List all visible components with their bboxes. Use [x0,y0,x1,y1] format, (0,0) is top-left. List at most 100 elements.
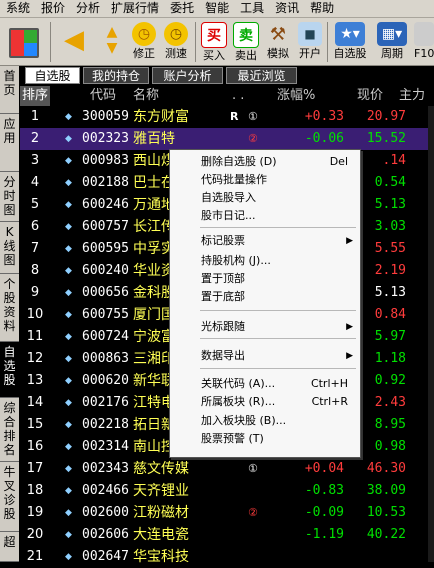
sell-label: 卖出 [235,49,257,62]
favorites-icon: ★▾ [335,22,365,46]
context-menu-item[interactable]: 关联代码 (A)... Ctrl+H [170,375,360,393]
table-row[interactable]: 20 ◆ 002606 大连电瓷 -1.19 40.22 [20,524,434,546]
period-button[interactable]: ▦▾ 周期 [374,19,410,64]
sidebar-item-timeshare[interactable]: 分时图 [0,172,19,222]
stock-code: 600595 [82,241,129,256]
menu-item-label: 持股机构 (J)... [201,254,271,267]
context-menu-item[interactable]: 持股机构 (J)... [170,252,360,270]
tab-favorites[interactable]: 自选股 [25,67,80,84]
simulate-button[interactable]: ⚒ 模拟 [262,19,294,64]
submenu-arrow-icon: ▶ [346,351,353,361]
sidebar-item-stock-info[interactable]: 个股资料 [0,274,19,342]
diamond-icon: ◆ [65,222,72,232]
f10-button[interactable]: F10 [414,19,434,64]
speed-test-label: 测速 [165,47,187,60]
sell-icon: 卖 [233,22,259,48]
stock-code: 600757 [82,219,129,234]
header-dots: . . [232,88,245,103]
menu-news[interactable]: 资讯 [269,0,304,17]
menu-system[interactable]: 系统 [0,0,35,17]
context-menu-item[interactable]: 股票预警 (T) [170,430,360,448]
back-button[interactable]: ◀ [58,19,90,64]
sidebar-item-apps[interactable]: 应用 [0,114,19,172]
row-index: 5 [30,197,40,212]
modify-button[interactable]: ◷ 修正 [128,19,160,64]
updown-button[interactable]: ▲ ▼ [96,19,128,64]
sidebar-item-diagnosis[interactable]: 牛叉诊股 [0,462,19,532]
sidebar-item-ranking[interactable]: 综合排名 [0,398,19,462]
context-menu-item[interactable]: 自选股导入 [170,189,360,207]
diamond-icon: ◆ [65,464,72,474]
sidebar-item-home[interactable]: 首页 [0,66,19,114]
context-menu-item[interactable]: 所属板块 (R)... Ctrl+R [170,393,360,411]
context-menu-item[interactable]: 标记股票 ▶ [170,232,360,250]
left-sidebar: 首页 应用 分时图 K线图 个股资料 自选股 综合排名 牛叉诊股 超 [0,66,19,562]
submenu-arrow-icon: ▶ [346,322,353,332]
menu-help[interactable]: 帮助 [304,0,339,17]
menu-item-label: 代码批量操作 [201,173,267,186]
tab-account-analysis[interactable]: 账户分析 [152,67,223,84]
buy-button[interactable]: 买 买入 [198,19,230,64]
modify-label: 修正 [133,47,155,60]
table-row[interactable]: 21 ◆ 002647 华宝科技 [20,546,434,568]
stock-name: 天齐锂业 [133,483,189,499]
sidebar-item-kline[interactable]: K线图 [0,222,19,274]
header-name[interactable]: 名称 [133,86,159,106]
header-price[interactable]: 现价 [357,86,383,106]
stock-code: 600240 [82,263,129,278]
row-index: 8 [30,263,40,278]
vertical-scrollbar[interactable] [428,106,434,562]
context-menu-item[interactable]: 代码批量操作 [170,171,360,189]
favorites-button[interactable]: ★▾ 自选股 [330,19,370,64]
stock-code: 000863 [82,351,129,366]
context-menu-item[interactable]: 股市日记... [170,207,360,225]
stock-code: 002647 [82,549,129,564]
diamond-icon: ◆ [65,310,72,320]
menu-trade[interactable]: 委托 [164,0,199,17]
context-menu-item[interactable]: 删除自选股 (D) Del [170,153,360,171]
header-change[interactable]: 涨幅% [277,86,315,106]
menu-smart[interactable]: 智能 [199,0,234,17]
context-menu-item[interactable]: 加入板块股 (B)... [170,412,360,430]
circled-number: ② [248,132,258,145]
header-code[interactable]: 代码 [90,86,116,106]
sidebar-item-more[interactable]: 超 [0,532,19,562]
context-menu-item[interactable]: 置于底部 [170,288,360,306]
context-menu-item[interactable]: 光标跟随 ▶ [170,318,360,336]
row-index: 16 [26,439,44,454]
stock-name: 大连电瓷 [133,527,189,543]
change-percent: -0.09 [304,505,344,520]
header-index[interactable]: 排序 [20,86,50,106]
menu-analysis[interactable]: 分析 [70,0,105,17]
toolbar: ◀ ▲ ▼ ◷ 修正 ◷ 测速 买 买入 卖 卖出 ⚒ 模拟 ■ 开户 ★▾ 自选… [0,18,434,66]
grid-button[interactable] [6,19,42,64]
price: 38.09 [366,483,406,498]
table-row[interactable]: 17 ◆ 002343 慈文传媒 ① +0.04 46.30 [20,458,434,480]
open-account-button[interactable]: ■ 开户 [294,19,326,64]
menu-extended[interactable]: 扩展行情 [105,0,164,17]
circled-number: ① [248,462,258,475]
tab-holdings[interactable]: 我的持仓 [83,67,149,84]
header-main-force[interactable]: 主力 [399,86,425,106]
menu-divider [200,227,356,228]
context-menu-item[interactable]: 数据导出 ▶ [170,347,360,365]
menu-divider [200,310,356,311]
stock-code: 000620 [82,373,129,388]
tab-recent[interactable]: 最近浏览 [226,67,297,84]
f10-label: F10 [414,47,434,60]
diamond-icon: ◆ [65,486,72,496]
row-index: 1 [30,109,40,124]
table-row[interactable]: 18 ◆ 002466 天齐锂业 -0.83 38.09 [20,480,434,502]
table-row[interactable]: 1 ◆ 300059 东方财富 R ① +0.33 20.97 [20,106,434,128]
table-row[interactable]: 2 ◆ 002323 雅百特 ② -0.06 15.52 [20,128,434,150]
row-index: 7 [30,241,40,256]
context-menu-item[interactable]: 置于顶部 [170,270,360,288]
modify-icon: ◷ [132,22,156,46]
table-row[interactable]: 19 ◆ 002600 江粉磁材 ② -0.09 10.53 [20,502,434,524]
sidebar-item-favorites[interactable]: 自选股 [0,342,19,398]
sell-button[interactable]: 卖 卖出 [230,19,262,64]
menu-quote[interactable]: 报价 [35,0,70,17]
speed-test-button[interactable]: ◷ 测速 [160,19,192,64]
menu-tools[interactable]: 工具 [234,0,269,17]
menu-item-label: 删除自选股 (D) [201,155,277,168]
